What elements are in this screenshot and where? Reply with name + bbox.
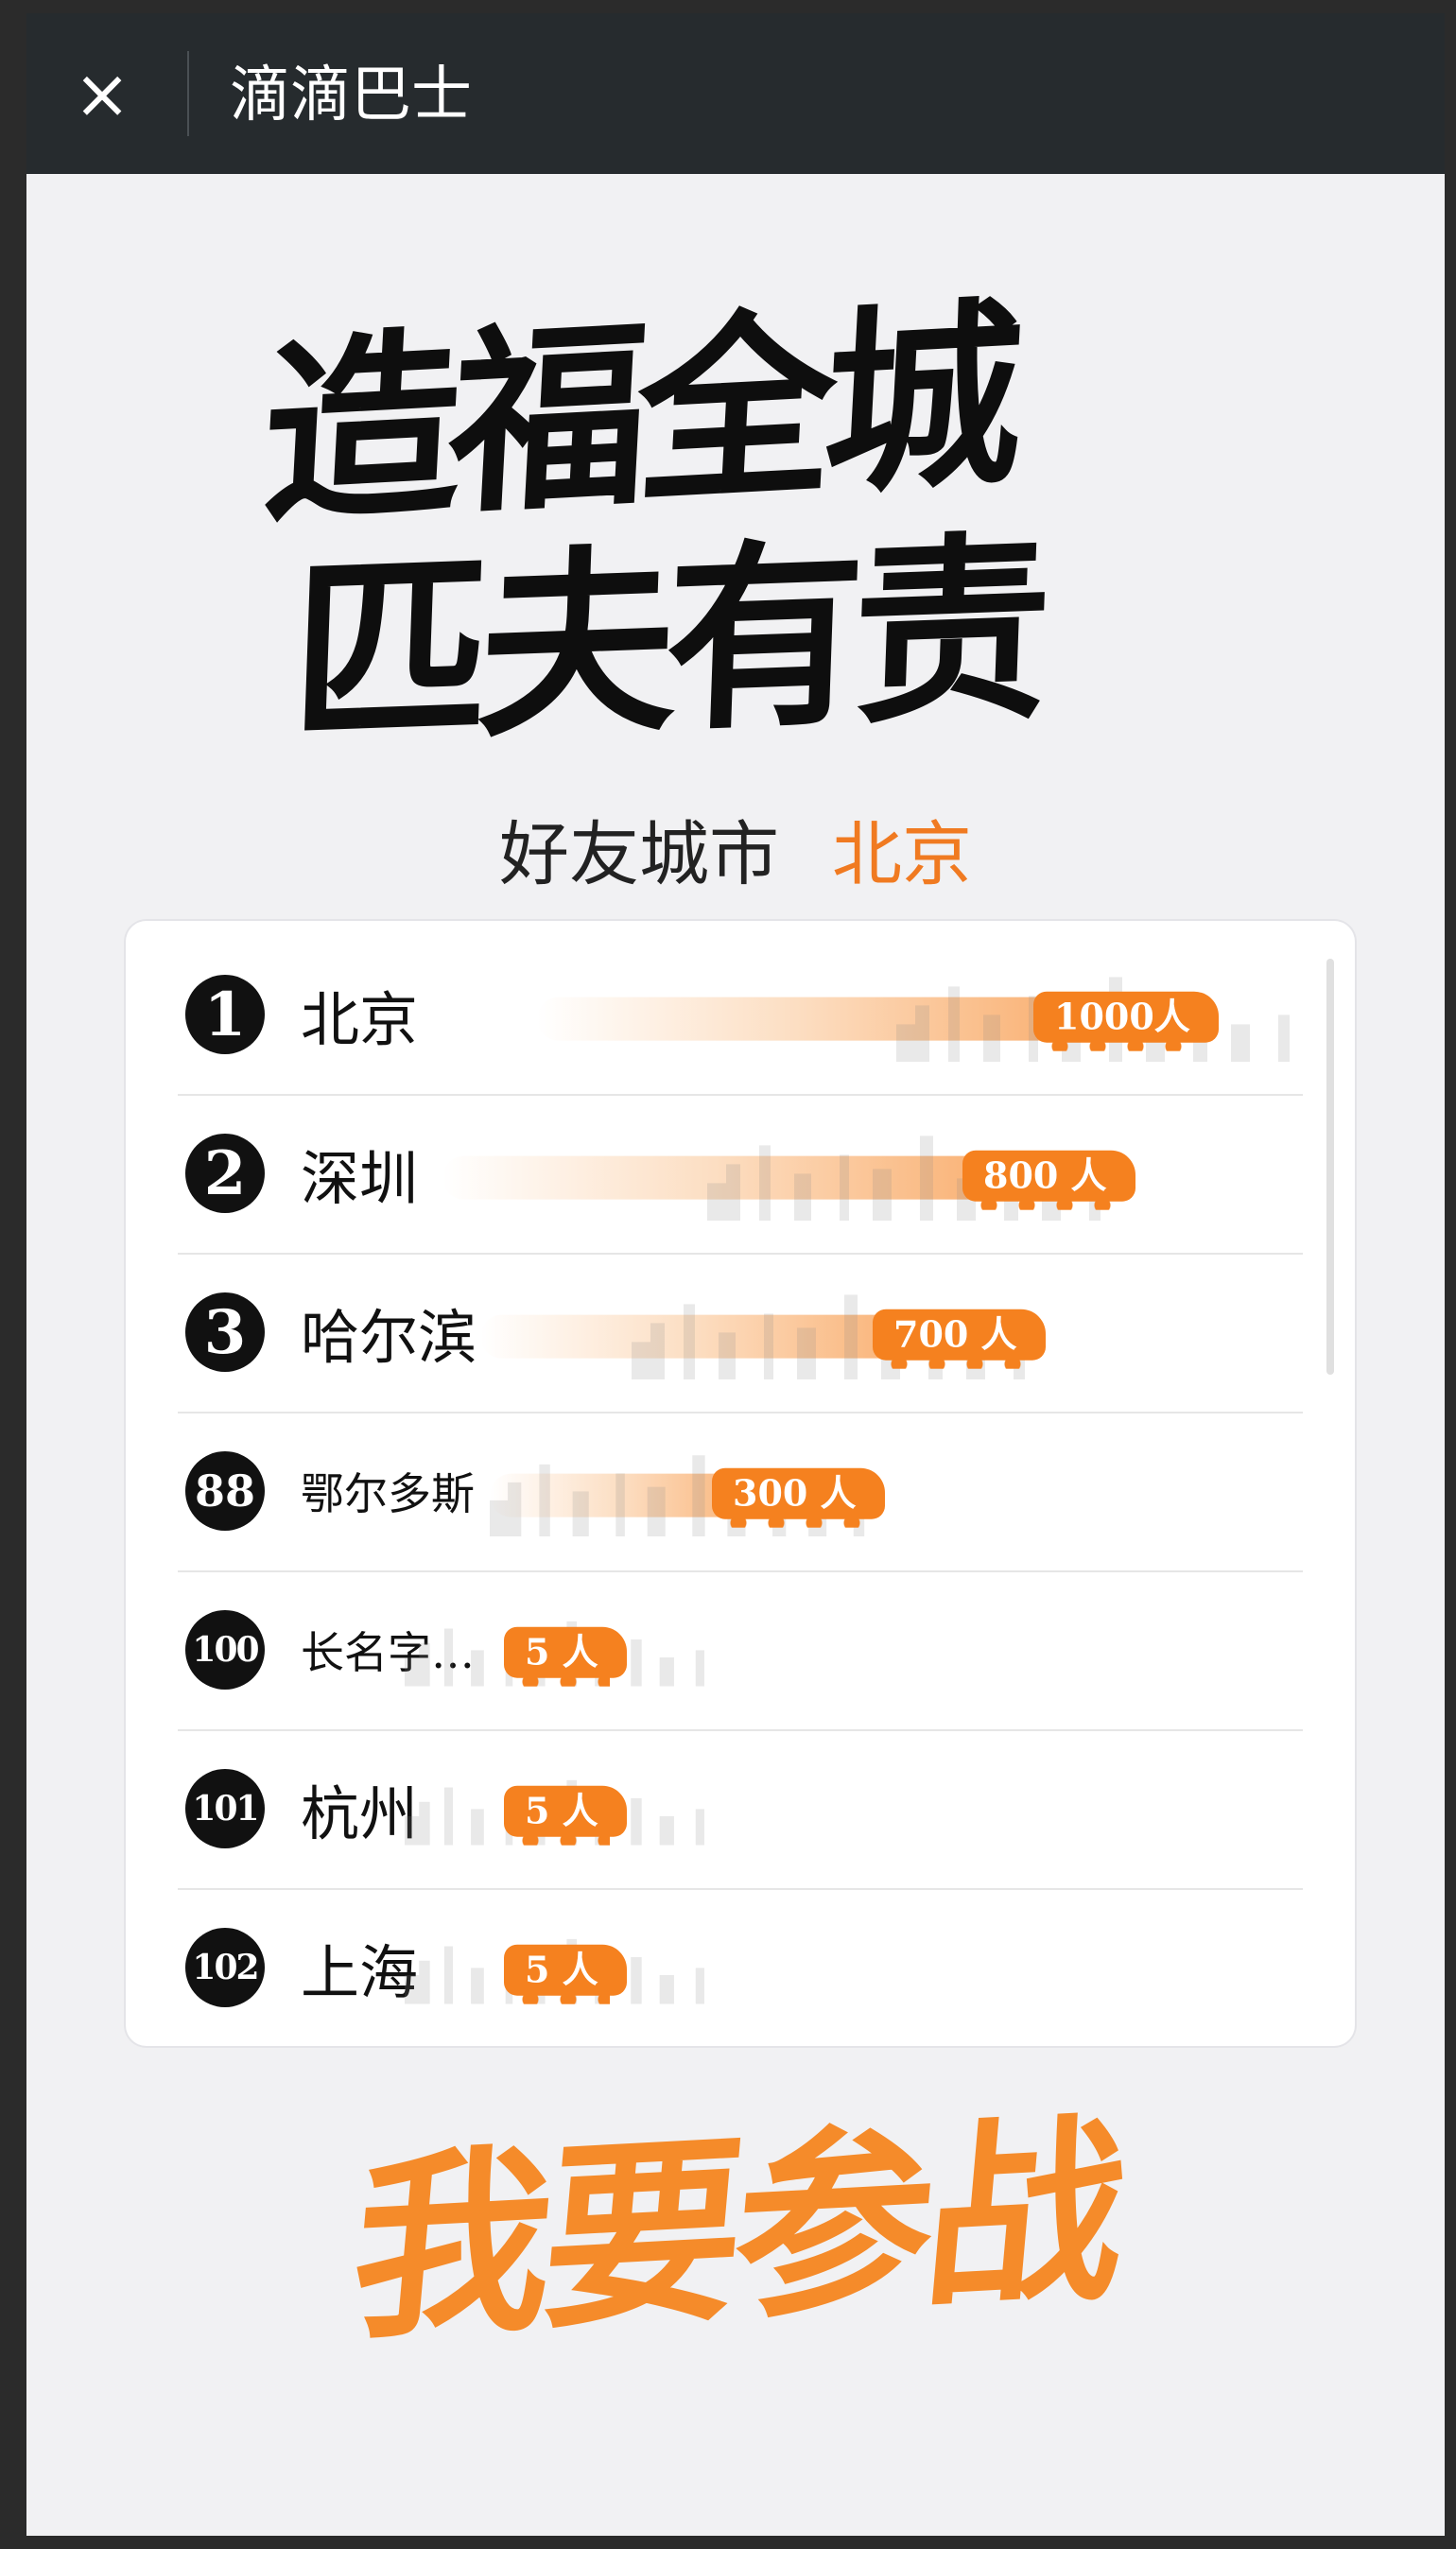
hero-line-1: 造福全城 — [257, 277, 1017, 552]
ranking-row-3: 3 哈尔滨 700 人 — [178, 1253, 1303, 1413]
rank-badge: 101 — [185, 1769, 265, 1848]
hero-calligraphy: 造福全城 匹夫有责 — [234, 259, 1274, 772]
list-scrollbar[interactable] — [1326, 959, 1334, 1375]
ranking-row-2: 2 深圳 800 人 — [178, 1094, 1303, 1255]
navbar: × 滴滴巴士 — [26, 13, 1445, 174]
rank-badge: 2 — [185, 1134, 265, 1213]
app-frame: × 滴滴巴士 造福全城 匹夫有责 好友城市北京 1 北京 1000人 2 深圳 — [26, 13, 1445, 2536]
count-badge: 5 人 — [504, 1944, 627, 2004]
count-badge: 1000人 — [1033, 991, 1219, 1051]
close-icon[interactable]: × — [64, 56, 140, 131]
count-badge: 700 人 — [873, 1309, 1046, 1369]
ranking-row-7: 102 上海 5 人 — [178, 1888, 1303, 2047]
count-badge: 800 人 — [962, 1150, 1135, 1210]
rank-badge: 1 — [185, 975, 265, 1054]
city-name: 北京 — [301, 985, 419, 1054]
friend-city-key: 好友城市 — [499, 814, 779, 895]
city-name: 杭州 — [301, 1779, 419, 1848]
page-content: 造福全城 匹夫有责 好友城市北京 1 北京 1000人 2 深圳 800 人 — [26, 174, 1445, 2536]
city-ranking-list[interactable]: 1 北京 1000人 2 深圳 800 人 3 哈尔滨 700 人 88 鄂尔多… — [126, 921, 1355, 2046]
ranking-row-4: 88 鄂尔多斯 300 人 — [178, 1412, 1303, 1572]
city-name: 哈尔滨 — [301, 1303, 477, 1372]
city-name: 深圳 — [301, 1144, 419, 1213]
join-battle-button[interactable]: 我要参战 — [26, 2092, 1445, 2367]
rank-badge: 100 — [185, 1610, 265, 1690]
rank-badge: 102 — [185, 1928, 265, 2007]
count-badge: 300 人 — [712, 1467, 885, 1528]
count-badge: 5 人 — [504, 1785, 627, 1846]
ranking-row-5: 100 长名字… 5 人 — [178, 1570, 1303, 1731]
count-badge: 5 人 — [504, 1626, 627, 1687]
hero-line-2: 匹夫有责 — [286, 511, 1045, 772]
friend-city-value: 北京 — [832, 814, 972, 895]
page-title: 滴滴巴士 — [230, 61, 472, 130]
rank-badge: 88 — [185, 1451, 265, 1531]
rank-badge: 3 — [185, 1292, 265, 1372]
ranking-row-6: 101 杭州 5 人 — [178, 1729, 1303, 1890]
city-name: 鄂尔多斯 — [301, 1468, 475, 1519]
ranking-row-1: 1 北京 1000人 — [178, 935, 1303, 1096]
navbar-divider — [187, 51, 189, 136]
city-name: 上海 — [301, 1938, 419, 2007]
friend-city-label: 好友城市 北京 — [26, 798, 1445, 899]
